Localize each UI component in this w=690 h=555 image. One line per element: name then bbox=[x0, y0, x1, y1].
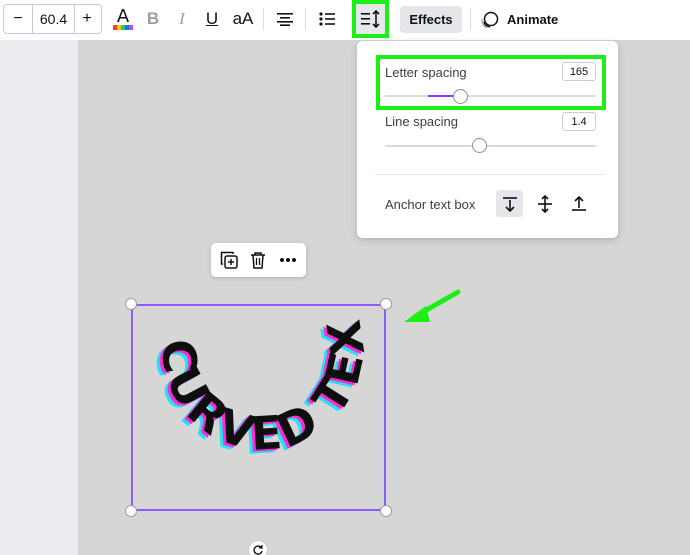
editor-background bbox=[0, 40, 78, 555]
increase-font-size-button[interactable]: + bbox=[73, 5, 101, 33]
anchor-top-icon bbox=[502, 196, 517, 212]
decrease-font-size-button[interactable]: − bbox=[4, 5, 32, 33]
font-size-input[interactable]: 60.4 bbox=[32, 5, 75, 33]
top-toolbar: − 60.4 + A B I U aA Effects Animate bbox=[0, 0, 690, 40]
line-spacing-label: Line spacing bbox=[385, 114, 458, 129]
spacing-icon bbox=[360, 10, 380, 28]
toolbar-divider bbox=[470, 8, 471, 30]
rotate-handle[interactable] bbox=[248, 540, 268, 555]
text-color-button[interactable]: A bbox=[110, 5, 136, 33]
align-center-button[interactable] bbox=[274, 5, 296, 33]
element-actions-toolbar bbox=[211, 243, 306, 277]
duplicate-icon bbox=[220, 251, 238, 269]
resize-handle-top-right[interactable] bbox=[380, 298, 392, 310]
animate-label: Animate bbox=[507, 12, 559, 27]
italic-button[interactable]: I bbox=[172, 5, 192, 33]
animate-icon bbox=[481, 11, 499, 29]
letter-spacing-input[interactable]: 165 bbox=[562, 62, 596, 81]
popover-divider bbox=[375, 174, 605, 175]
spacing-button[interactable] bbox=[352, 0, 389, 38]
trash-icon bbox=[251, 252, 265, 269]
animate-button[interactable]: Animate bbox=[480, 6, 558, 33]
anchor-bottom-button[interactable] bbox=[565, 190, 592, 217]
effects-button[interactable]: Effects bbox=[400, 6, 462, 33]
bold-button[interactable]: B bbox=[143, 5, 163, 33]
anchor-bottom-icon bbox=[571, 195, 586, 211]
line-spacing-slider[interactable] bbox=[385, 145, 596, 147]
align-center-icon bbox=[277, 13, 293, 26]
toolbar-divider bbox=[263, 8, 264, 30]
letter-case-button[interactable]: aA bbox=[230, 5, 256, 33]
resize-handle-bottom-left[interactable] bbox=[125, 505, 137, 517]
duplicate-button[interactable] bbox=[217, 248, 241, 272]
letter-spacing-slider[interactable] bbox=[385, 95, 596, 97]
anchor-text-box-label: Anchor text box bbox=[385, 197, 476, 212]
selection-box[interactable] bbox=[131, 304, 386, 511]
line-spacing-input[interactable]: 1.4 bbox=[562, 112, 596, 131]
delete-button[interactable] bbox=[246, 248, 270, 272]
resize-handle-bottom-right[interactable] bbox=[380, 505, 392, 517]
green-pointer-arrow-icon bbox=[404, 289, 461, 322]
letter-spacing-label: Letter spacing bbox=[385, 65, 467, 80]
bulleted-list-icon bbox=[319, 12, 335, 26]
anchor-middle-button[interactable] bbox=[531, 190, 558, 217]
more-options-button[interactable] bbox=[276, 248, 300, 272]
underline-button[interactable]: U bbox=[201, 5, 223, 33]
bulleted-list-button[interactable] bbox=[316, 5, 338, 33]
anchor-middle-icon bbox=[537, 194, 552, 213]
font-size-stepper: − 60.4 + bbox=[3, 4, 102, 34]
rotate-icon bbox=[253, 544, 263, 555]
anchor-top-button[interactable] bbox=[496, 190, 523, 217]
toolbar-divider bbox=[305, 8, 306, 30]
resize-handle-top-left[interactable] bbox=[125, 298, 137, 310]
text-color-letter: A bbox=[116, 5, 130, 27]
more-horizontal-icon bbox=[280, 258, 296, 262]
rainbow-color-bar-icon bbox=[113, 24, 133, 30]
